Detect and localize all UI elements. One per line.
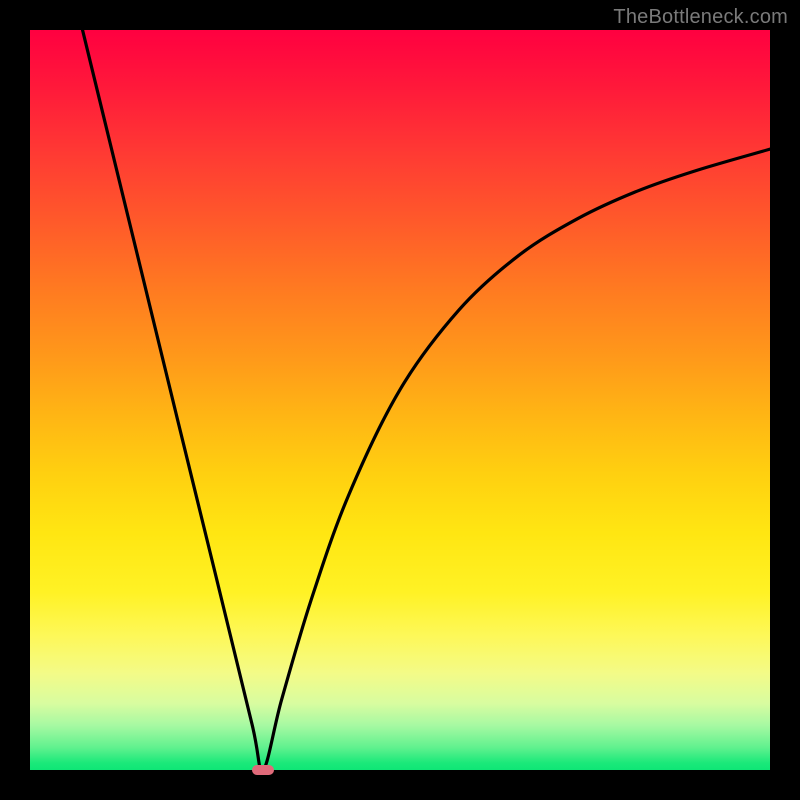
plot-area: [30, 30, 770, 770]
watermark-text: TheBottleneck.com: [613, 6, 788, 29]
bottleneck-curve: [83, 30, 770, 770]
optimum-marker: [252, 765, 274, 775]
chart-canvas: TheBottleneck.com: [0, 0, 800, 800]
curve-svg: [30, 30, 770, 770]
